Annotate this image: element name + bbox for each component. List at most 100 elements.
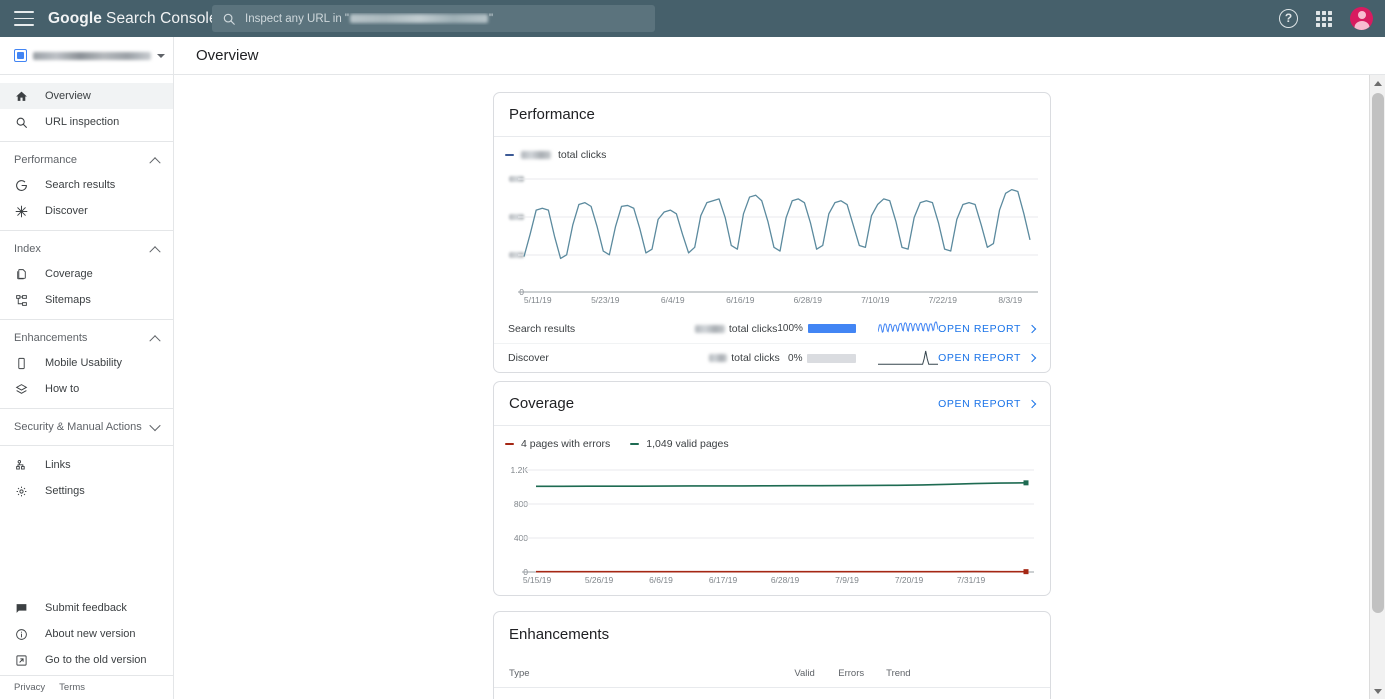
col-header-action: [938, 656, 1050, 688]
row-clicks-suffix: total clicks: [728, 322, 778, 335]
sidebar-item-url-inspection[interactable]: URL inspection: [0, 109, 173, 135]
sidebar-item-mobile-usability[interactable]: Mobile Usability: [0, 350, 173, 376]
sidebar-item-about-new-version[interactable]: About new version: [0, 621, 173, 647]
sidebar-item-search-results[interactable]: Search results: [0, 172, 173, 198]
open-report-search-results[interactable]: OPEN REPORT: [938, 322, 1037, 335]
google-g-icon: [14, 178, 29, 193]
performance-row-discover[interactable]: Discover total clicks 0% OPEN REPORT: [494, 343, 1050, 372]
sidebar-label: Discover: [45, 205, 88, 217]
sidebar-label: Go to the old version: [45, 654, 147, 666]
x-tick: 8/3/19: [998, 295, 1023, 305]
redacted-property-url: [350, 14, 489, 23]
x-tick: 7/22/19: [928, 295, 957, 305]
chevron-up-icon: [149, 157, 161, 169]
sidebar-label: Coverage: [45, 268, 93, 280]
x-tick: 6/16/19: [726, 295, 755, 305]
row-label: Search results: [508, 322, 576, 335]
scroll-up-arrow[interactable]: [1370, 75, 1385, 91]
x-tick: 5/15/19: [522, 575, 552, 585]
sidebar-label: Overview: [45, 90, 91, 102]
x-tick: 6/4/19: [660, 295, 685, 305]
pages-icon: [14, 267, 29, 282]
vertical-scrollbar[interactable]: [1369, 75, 1385, 699]
open-report-discover[interactable]: OPEN REPORT: [938, 352, 1037, 364]
performance-row-search-results[interactable]: Search results total clicks 100% OPEN RE…: [494, 314, 1050, 343]
info-icon: [14, 627, 29, 642]
help-icon[interactable]: ?: [1279, 9, 1298, 28]
performance-card-header: Performance: [494, 93, 1050, 137]
sidebar-label: About new version: [45, 628, 136, 640]
enhancements-title: Enhancements: [509, 625, 610, 643]
sidebar-item-sitemaps[interactable]: Sitemaps: [0, 287, 173, 313]
coverage-card-header: Coverage OPEN REPORT: [494, 382, 1050, 426]
avatar[interactable]: [1350, 7, 1373, 30]
sidebar-group-label: Security & Manual Actions: [14, 421, 142, 433]
chevron-down-icon: [149, 419, 161, 432]
sidebar-group-label: Index: [14, 243, 41, 255]
privacy-link[interactable]: Privacy: [14, 682, 45, 693]
open-report-label: OPEN REPORT: [938, 397, 1021, 410]
links-icon: [14, 458, 29, 473]
row-progress-bar: [807, 324, 857, 333]
sidebar-item-coverage[interactable]: Coverage: [0, 261, 173, 287]
open-report-coverage[interactable]: OPEN REPORT: [938, 397, 1037, 410]
scrollbar-thumb[interactable]: [1372, 93, 1384, 613]
sidebar-item-submit-feedback[interactable]: Submit feedback: [0, 595, 173, 621]
sidebar-divider: [0, 319, 173, 320]
sidebar-group-security-manual-actions[interactable]: Security & Manual Actions: [0, 415, 173, 439]
sidebar-group-performance[interactable]: Performance: [0, 148, 173, 172]
x-tick: 5/11/19: [523, 295, 552, 305]
row-progress-bar: [807, 353, 857, 363]
sidebar-item-settings[interactable]: Settings: [0, 478, 173, 504]
table-row[interactable]: Mobile Usability 1,035 0 OPEN REPORT: [494, 688, 1050, 699]
sidebar-label: Settings: [45, 485, 85, 497]
cell-action: OPEN REPORT: [938, 688, 1050, 699]
sidebar-divider: [0, 445, 173, 446]
row-sparkline: [878, 348, 939, 368]
sidebar-group-label: Enhancements: [14, 332, 88, 344]
scroll-down-arrow[interactable]: [1370, 683, 1385, 699]
app-brand: Google Search Console: [48, 10, 218, 28]
cell-trend: [864, 688, 938, 699]
legend-pages-with-errors: 4 pages with errors: [505, 438, 610, 450]
sidebar-label: How to: [45, 383, 80, 395]
hamburger-icon[interactable]: [14, 11, 34, 26]
legend-swatch: [630, 442, 640, 446]
sidebar-item-how-to[interactable]: How to: [0, 376, 173, 402]
sidebar-item-overview[interactable]: Overview: [0, 83, 173, 109]
performance-x-axis: 5/11/19 5/23/19 6/4/19 6/16/19 6/28/19 7…: [504, 295, 1044, 305]
sidebar-divider: [0, 230, 173, 231]
url-inspection-search[interactable]: Inspect any URL in " ": [212, 5, 655, 32]
sidebar-divider: [0, 408, 173, 409]
row-percent: 0%: [788, 352, 803, 364]
howto-layers-icon: [14, 382, 29, 397]
sidebar-item-go-to-old-version[interactable]: Go to the old version: [0, 647, 173, 673]
performance-title: Performance: [509, 106, 595, 123]
brand-product: Search Console: [106, 9, 218, 27]
search-icon: [14, 115, 29, 130]
sidebar-item-discover[interactable]: Discover: [0, 198, 173, 224]
property-selector[interactable]: [0, 36, 174, 75]
legend-valid-pages: 1,049 valid pages: [630, 438, 729, 450]
x-tick: 6/6/19: [649, 575, 673, 585]
redacted-clicks-value: [694, 324, 725, 333]
feedback-icon: [14, 601, 29, 616]
col-header-type: Type: [494, 656, 762, 688]
open-report-label: OPEN REPORT: [938, 322, 1022, 335]
sidebar-group-enhancements[interactable]: Enhancements: [0, 326, 173, 350]
home-icon: [14, 89, 29, 104]
sidebar-label: URL inspection: [45, 116, 120, 128]
legend-swatch: [505, 442, 514, 446]
chevron-up-icon: [149, 335, 161, 347]
sidebar-item-links[interactable]: Links: [0, 452, 173, 478]
row-percent: 100%: [777, 323, 803, 334]
sidebar-label: Sitemaps: [45, 294, 91, 306]
legend-label: total clicks: [558, 149, 607, 161]
apps-grid-icon[interactable]: [1315, 10, 1333, 28]
terms-link[interactable]: Terms: [59, 682, 85, 693]
sidebar-label: Search results: [45, 179, 116, 191]
sidebar-group-index[interactable]: Index: [0, 237, 173, 261]
sub-header: Overview: [0, 36, 1385, 75]
sidebar-label: Links: [45, 459, 71, 471]
redacted-clicks-value: [521, 151, 551, 159]
